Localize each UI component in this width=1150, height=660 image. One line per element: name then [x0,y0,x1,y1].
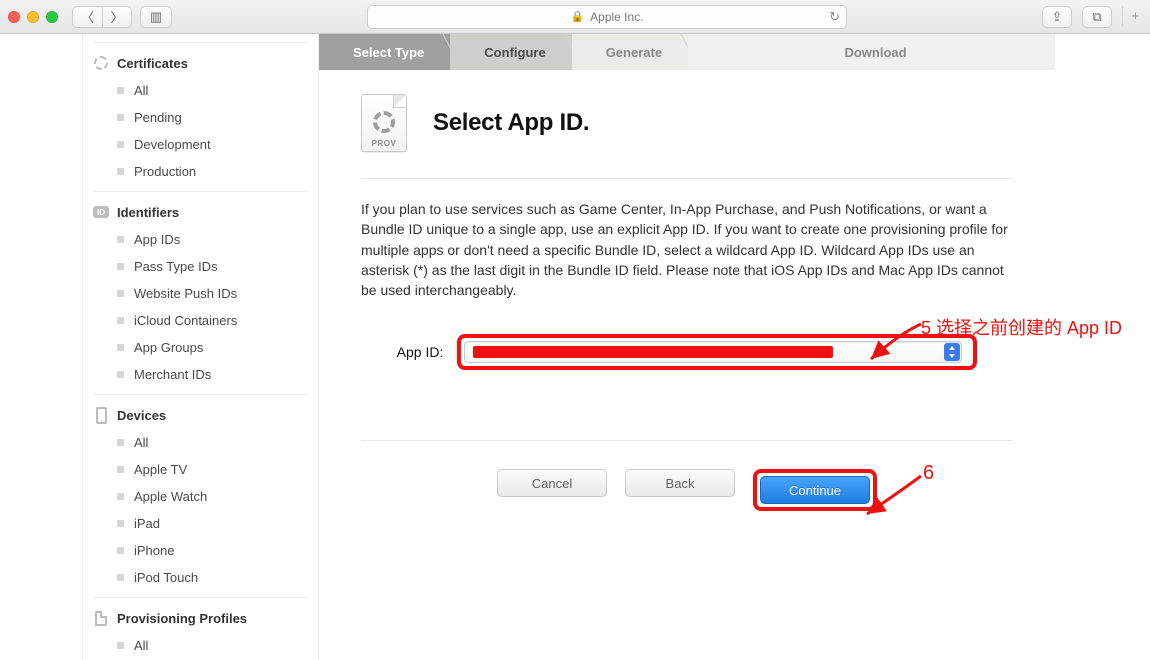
annotation-box-6: Continue [753,469,877,511]
sidebar-section-identifiers[interactable]: ID Identifiers [83,192,318,226]
sidebar-item-cert-pending[interactable]: Pending [83,104,318,131]
back-step-button[interactable]: Back [625,469,735,497]
sidebar-section-provisioning[interactable]: Provisioning Profiles [83,598,318,632]
portal-sidebar: Certificates All Pending Development Pro… [82,34,319,660]
page-title: Select App ID. [433,109,589,137]
provisioning-icon [93,610,109,626]
nav-buttons: 〈 〉 [72,6,132,28]
sidebar-item-cert-development[interactable]: Development [83,131,318,158]
reload-icon[interactable]: ↻ [829,9,840,25]
sidebar-item-label: App Groups [134,340,203,355]
sidebar-item-label: All [134,83,148,98]
step-generate: Generate [572,34,688,70]
app-id-row: App ID: [361,334,1013,370]
sidebar-item-cert-production[interactable]: Production [83,158,318,185]
cancel-button[interactable]: Cancel [497,469,607,497]
lock-icon: 🔒 [570,10,584,23]
prov-label: PROV [372,139,397,151]
devices-icon [93,407,109,423]
sidebar-item-label: App IDs [134,232,180,247]
select-caret-icon [944,343,960,361]
page-gutter-left [0,34,82,660]
sidebar-section-label: Certificates [117,56,188,71]
main-panel: Select Type Configure Generate Download [319,34,1055,573]
sidebar-item-label: iCloud Containers [134,313,237,328]
app-id-label: App ID: [397,344,448,360]
sidebar-item-cert-all[interactable]: All [83,77,318,104]
address-text: Apple Inc. [590,10,643,24]
minimize-window-icon[interactable] [27,11,39,23]
sidebar-item-label: Website Push IDs [134,286,237,301]
sidebar-toggle-button[interactable]: ▥ [140,6,172,28]
close-window-icon[interactable] [8,11,20,23]
toolbar-right: ⇪ ⧉ + [1042,6,1142,28]
description-text: If you plan to use services such as Game… [361,179,1013,300]
browser-toolbar: 〈 〉 ▥ 🔒 Apple Inc. ↻ ⇪ ⧉ + [0,0,1150,34]
redacted-app-id [473,346,833,358]
back-button[interactable]: 〈 [72,6,102,28]
step-select-type: Select Type [319,34,450,70]
sidebar-item-label: Production [134,164,196,179]
identifiers-icon: ID [93,204,109,220]
new-tab-button[interactable]: + [1122,6,1142,26]
sidebar-section-label: Provisioning Profiles [117,611,247,626]
window-controls [8,11,58,23]
sidebar-item-prov-all[interactable]: All [83,632,318,659]
step-label: Configure [484,45,545,60]
sidebar-section-label: Devices [117,408,166,423]
step-download: Download [688,34,1055,70]
address-bar[interactable]: 🔒 Apple Inc. ↻ [367,5,847,29]
step-label: Download [844,45,906,60]
footer-actions: Cancel Back Continue [361,440,1013,543]
sidebar-item-devices-all[interactable]: All [83,429,318,456]
sidebar-item-label: Apple TV [134,462,187,477]
sidebar-item-website-push-ids[interactable]: Website Push IDs [83,280,318,307]
sidebar-item-label: iPod Touch [134,570,198,585]
show-tabs-button[interactable]: ⧉ [1082,6,1112,28]
sidebar-item-label: Development [134,137,211,152]
step-label: Generate [606,45,662,60]
app-id-select[interactable] [464,341,962,363]
sidebar-item-apple-watch[interactable]: Apple Watch [83,483,318,510]
sidebar-section-devices[interactable]: Devices [83,395,318,429]
sidebar-item-label: iPhone [134,543,174,558]
sidebar-item-label: iPad [134,516,160,531]
continue-button[interactable]: Continue [760,476,870,504]
sidebar-item-label: Merchant IDs [134,367,211,382]
zoom-window-icon[interactable] [46,11,58,23]
sidebar-section-certificates[interactable]: Certificates [83,43,318,77]
forward-button[interactable]: 〉 [102,6,132,28]
sidebar-item-label: Pass Type IDs [134,259,218,274]
sidebar-item-label: All [134,435,148,450]
sidebar-item-ipod-touch[interactable]: iPod Touch [83,564,318,591]
sidebar-item-ipad[interactable]: iPad [83,510,318,537]
sidebar-section-label: Identifiers [117,205,179,220]
step-configure: Configure [450,34,571,70]
certificates-icon [93,55,109,71]
sidebar-item-iphone[interactable]: iPhone [83,537,318,564]
gear-icon [373,111,395,133]
sidebar-item-app-groups[interactable]: App Groups [83,334,318,361]
sidebar-item-label: Pending [134,110,182,125]
sidebar-item-label: All [134,638,148,653]
sidebar-item-icloud-containers[interactable]: iCloud Containers [83,307,318,334]
sidebar-item-app-ids[interactable]: App IDs [83,226,318,253]
share-button[interactable]: ⇪ [1042,6,1072,28]
hero: PROV Select App ID. [361,86,1013,179]
sidebar-item-label: Apple Watch [134,489,207,504]
step-bar: Select Type Configure Generate Download [319,34,1055,70]
sidebar-item-apple-tv[interactable]: Apple TV [83,456,318,483]
step-label: Select Type [353,45,424,60]
annotation-box-5 [457,334,977,370]
sidebar-item-merchant-ids[interactable]: Merchant IDs [83,361,318,388]
sidebar-item-pass-type-ids[interactable]: Pass Type IDs [83,253,318,280]
provisioning-file-icon: PROV [361,94,407,152]
